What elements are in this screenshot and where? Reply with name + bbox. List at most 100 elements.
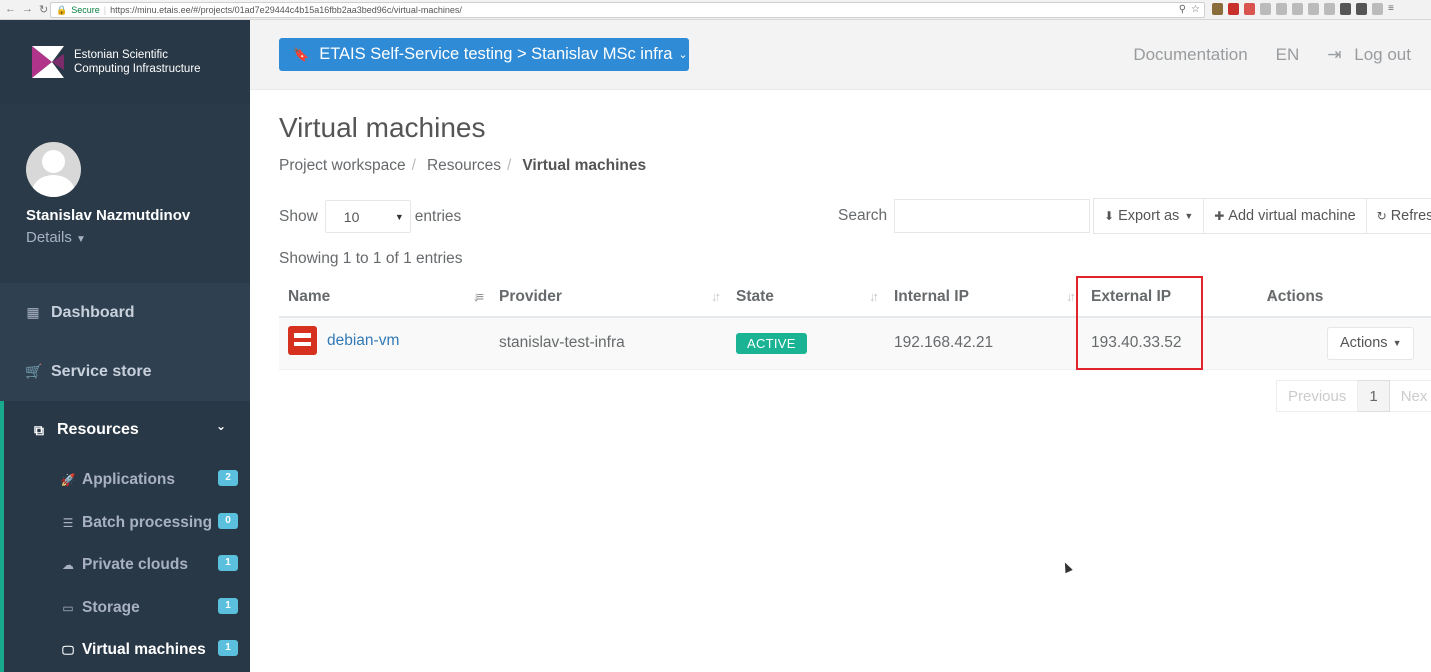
column-header-external-ip[interactable]: External IP ↓↑ bbox=[1082, 277, 1282, 318]
caret-down-icon: ▼ bbox=[76, 234, 86, 245]
sidebar-item-dashboard[interactable]: ▦ Dashboard bbox=[0, 283, 250, 342]
extension-icon[interactable] bbox=[1308, 3, 1319, 15]
menu-icon[interactable]: ≡ bbox=[1388, 3, 1399, 15]
extension-icon[interactable] bbox=[1292, 3, 1303, 15]
extension-icon[interactable] bbox=[1340, 3, 1351, 15]
extensions-bar: ≡ bbox=[1212, 3, 1399, 15]
table-row: debian-vm stanislav-test-infra ACTIVE 19… bbox=[279, 317, 1431, 370]
show-label: Show bbox=[279, 207, 318, 225]
sidebar-item-label: Batch processing bbox=[82, 513, 213, 531]
user-details-dropdown[interactable]: Details ▼ bbox=[26, 229, 250, 246]
refresh-button[interactable]: ↻ Refres bbox=[1366, 198, 1431, 234]
logout-icon: ⇥ bbox=[1327, 45, 1342, 64]
rocket-icon: 🚀 bbox=[60, 473, 76, 488]
refresh-icon: ↻ bbox=[1376, 209, 1387, 223]
hdd-icon: ▭ bbox=[62, 600, 74, 615]
sidebar: Estonian Scientific Computing Infrastruc… bbox=[0, 20, 250, 672]
breadcrumb-item[interactable]: Resources bbox=[427, 157, 501, 175]
cell-external-ip: 193.40.33.52 bbox=[1082, 317, 1282, 370]
sort-icon: ↓↑ bbox=[869, 289, 879, 304]
forward-icon[interactable]: → bbox=[22, 3, 33, 16]
sort-icon: ↓↑ bbox=[711, 289, 721, 304]
column-label: Internal IP bbox=[894, 287, 969, 305]
sidebar-item-applications[interactable]: 🚀 Applications 2 bbox=[4, 459, 250, 502]
sidebar-item-batch-processing[interactable]: ☰ Batch processing 0 bbox=[4, 502, 250, 545]
column-header-state[interactable]: State ↓↑ bbox=[727, 277, 885, 318]
extension-icon[interactable] bbox=[1372, 3, 1383, 15]
extension-icon[interactable] bbox=[1244, 3, 1255, 15]
search-control: Search bbox=[838, 199, 1091, 233]
url-text: https://minu.etais.ee/#/projects/01ad7e2… bbox=[110, 5, 462, 15]
lock-icon: 🔒 bbox=[56, 4, 68, 15]
reload-icon[interactable]: ↻ bbox=[39, 3, 48, 16]
row-actions-button[interactable]: Actions ▼ bbox=[1327, 326, 1415, 360]
sidebar-item-label: Resources bbox=[57, 421, 139, 438]
actions-label: Actions bbox=[1340, 335, 1388, 352]
extension-icon[interactable] bbox=[1260, 3, 1271, 15]
star-icon[interactable]: ☆ bbox=[1191, 4, 1200, 15]
logout-link[interactable]: ⇥ Log out bbox=[1327, 45, 1411, 65]
brand[interactable]: Estonian Scientific Computing Infrastruc… bbox=[0, 20, 250, 104]
avatar-body bbox=[32, 175, 75, 197]
download-icon: ⬇ bbox=[1104, 209, 1115, 223]
page-button[interactable]: 1 bbox=[1358, 380, 1390, 412]
column-label: State bbox=[736, 287, 774, 305]
extension-icon[interactable] bbox=[1276, 3, 1287, 15]
sidebar-item-storage[interactable]: ▭ Storage 1 bbox=[4, 587, 250, 630]
etais-logo-icon bbox=[32, 46, 64, 78]
column-header-provider[interactable]: Provider ↓↑ bbox=[490, 277, 727, 318]
breadcrumb-item[interactable]: Project workspace bbox=[279, 157, 406, 175]
export-button[interactable]: ⬇ Export as ▼ bbox=[1093, 198, 1205, 234]
entries-select[interactable]: 10 ▼ bbox=[324, 200, 411, 233]
user-details-label: Details bbox=[26, 229, 72, 246]
extension-icon[interactable] bbox=[1212, 3, 1223, 15]
breadcrumb-separator: / bbox=[411, 157, 416, 174]
avatar bbox=[26, 142, 81, 197]
documentation-link[interactable]: Documentation bbox=[1133, 45, 1247, 65]
column-header-name[interactable]: Name ↓≡ bbox=[279, 277, 490, 318]
language-selector[interactable]: EN bbox=[1276, 45, 1300, 65]
cell-name: debian-vm bbox=[279, 317, 490, 370]
bookmark-icon: 🔖 bbox=[293, 46, 310, 62]
table-info: Showing 1 to 1 of 1 entries bbox=[279, 250, 463, 267]
column-header-internal-ip[interactable]: Internal IP ↓↑ bbox=[885, 277, 1082, 318]
sidebar-item-virtual-machines[interactable]: 🖵 Virtual machines 1 bbox=[4, 629, 250, 672]
previous-page-button[interactable]: Previous bbox=[1276, 380, 1359, 412]
vm-link[interactable]: debian-vm bbox=[288, 326, 399, 356]
cell-provider: stanislav-test-infra bbox=[490, 317, 727, 370]
breadcrumb-current: Virtual machines bbox=[522, 157, 647, 174]
sidebar-item-resources[interactable]: ⧉ Resources ⌄ bbox=[0, 401, 250, 459]
cart-icon: 🛒 bbox=[25, 363, 43, 379]
zoom-icon[interactable]: ⚲ bbox=[1179, 4, 1186, 15]
table-actions: ⬇ Export as ▼ ✚ Add virtual machine ↻ Re… bbox=[1093, 198, 1431, 234]
column-label: Provider bbox=[499, 287, 562, 305]
sidebar-item-private-clouds[interactable]: ☁ Private clouds 1 bbox=[4, 544, 250, 587]
count-badge: 1 bbox=[218, 555, 238, 571]
user-name: Stanislav Nazmutdinov bbox=[26, 207, 191, 224]
page-title: Virtual machines bbox=[279, 112, 486, 143]
breadcrumb-separator: / bbox=[507, 157, 512, 174]
back-icon[interactable]: ← bbox=[5, 3, 16, 16]
sidebar-item-service-store[interactable]: 🛒 Service store bbox=[0, 342, 250, 401]
sort-icon: ↓↑ bbox=[1066, 289, 1076, 304]
extension-icon[interactable] bbox=[1324, 3, 1335, 15]
project-selector-button[interactable]: 🔖 ETAIS Self-Service testing > Stanislav… bbox=[279, 38, 689, 71]
chevron-down-icon: ⌄ bbox=[215, 419, 226, 433]
plus-icon: ✚ bbox=[1214, 209, 1225, 223]
chevron-down-icon: ⌄ bbox=[678, 49, 688, 61]
search-input[interactable] bbox=[894, 199, 1091, 233]
user-profile: Stanislav Nazmutdinov Details ▼ bbox=[0, 104, 250, 283]
resources-submenu: 🚀 Applications 2 ☰ Batch processing 0 ☁ … bbox=[0, 459, 250, 672]
omnibox-icons: ⚲ ☆ bbox=[1179, 4, 1200, 15]
avatar-head bbox=[42, 150, 65, 173]
refresh-label: Refres bbox=[1390, 208, 1431, 224]
sidebar-item-label: Storage bbox=[82, 598, 140, 616]
address-bar[interactable]: 🔒 Secure | https://minu.etais.ee/#/proje… bbox=[50, 2, 1205, 18]
add-virtual-machine-button[interactable]: ✚ Add virtual machine bbox=[1204, 198, 1367, 234]
cell-actions: Actions ▼ bbox=[1282, 317, 1431, 370]
extension-icon[interactable] bbox=[1228, 3, 1239, 15]
column-label: Name bbox=[288, 287, 331, 305]
brand-text: Estonian Scientific Computing Infrastruc… bbox=[74, 48, 201, 76]
next-page-button[interactable]: Nex bbox=[1389, 380, 1431, 412]
extension-icon[interactable] bbox=[1356, 3, 1367, 15]
